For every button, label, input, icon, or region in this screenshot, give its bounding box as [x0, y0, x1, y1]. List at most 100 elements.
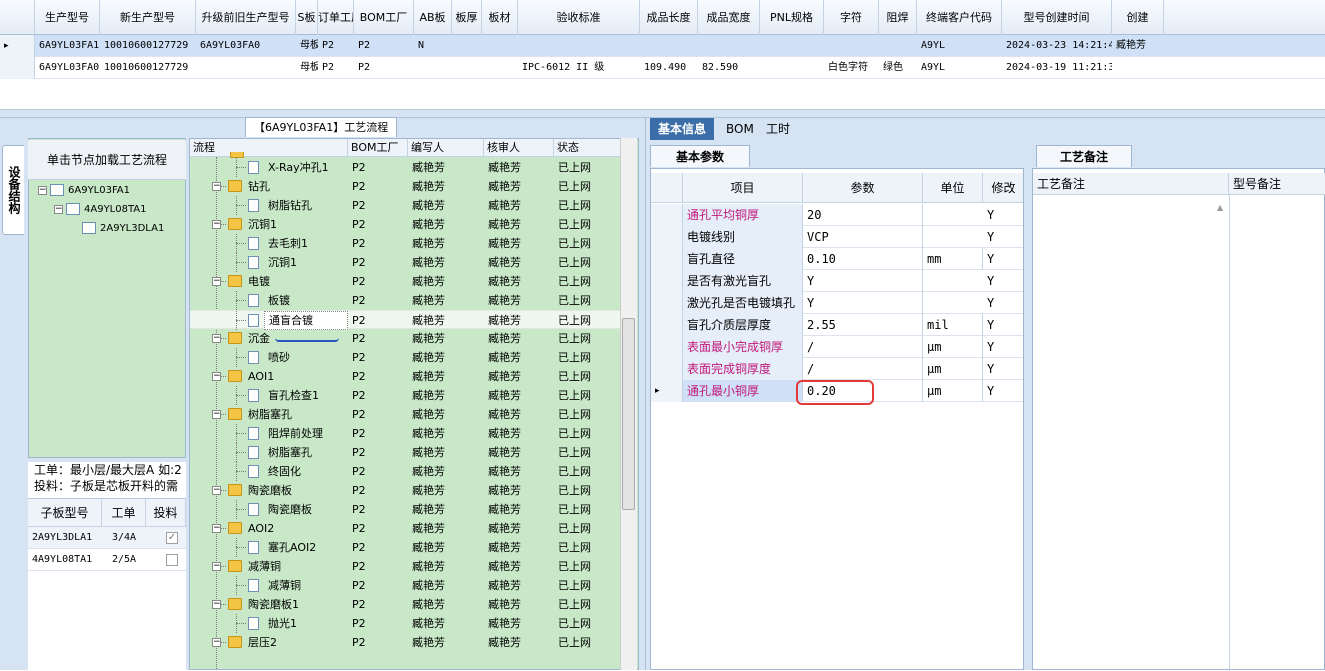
flow-scrollbar-thumb[interactable] [622, 318, 635, 510]
params-column-header[interactable]: 参数 [803, 173, 923, 203]
flow-step-row[interactable]: − 层压2 P2 臧艳芳 臧艳芳 已上网 [190, 633, 622, 652]
params-column-header[interactable]: 单位 [923, 173, 983, 203]
flow-step-row[interactable]: 减薄铜 P2 臧艳芳 臧艳芳 已上网 [190, 576, 622, 595]
column-header[interactable]: 订单工厂 [318, 0, 354, 35]
param-value[interactable]: 0.10 [803, 248, 923, 270]
flow-step-row[interactable]: − AOI1 P2 臧艳芳 臧艳芳 已上网 [190, 367, 622, 386]
collapse-icon[interactable]: − [212, 372, 221, 381]
collapse-icon[interactable]: − [38, 185, 47, 195]
flow-step-row[interactable]: 树脂塞孔 P2 臧艳芳 臧艳芳 已上网 [190, 443, 622, 462]
flow-step-row[interactable]: 喷砂 P2 臧艳芳 臧艳芳 已上网 [190, 348, 622, 367]
flow-step-row[interactable]: − 树脂塞孔 P2 臧艳芳 臧艳芳 已上网 [190, 405, 622, 424]
param-row[interactable]: 盲孔介质层厚度 2.55 mil Y [651, 314, 1023, 336]
param-row[interactable]: 是否有激光盲孔 Y Y [651, 270, 1023, 292]
collapse-icon[interactable]: − [212, 524, 221, 533]
horizontal-splitter[interactable] [0, 110, 1325, 118]
collapse-icon[interactable]: − [212, 638, 221, 647]
collapse-icon[interactable]: − [212, 600, 221, 609]
column-header[interactable]: 生产型号 [35, 0, 100, 35]
column-header[interactable]: 板材 [482, 0, 518, 35]
param-row[interactable]: 盲孔直径 0.10 mm Y [651, 248, 1023, 270]
flow-step-row[interactable]: 盲孔检查1 P2 臧艳芳 臧艳芳 已上网 [190, 386, 622, 405]
params-column-header[interactable]: 修改 [983, 173, 1023, 203]
flow-step-row[interactable]: − AOI2 P2 臧艳芳 臧艳芳 已上网 [190, 519, 622, 538]
flow-step-row[interactable]: 陶瓷磨板 P2 臧艳芳 臧艳芳 已上网 [190, 500, 622, 519]
column-header[interactable]: 创建 [1112, 0, 1164, 35]
flow-step-row[interactable]: 阻焊前处理 P2 臧艳芳 臧艳芳 已上网 [190, 424, 622, 443]
flow-step-row[interactable]: 板镀 P2 臧艳芳 臧艳芳 已上网 [190, 291, 622, 310]
collapse-icon[interactable]: − [212, 410, 221, 419]
collapse-icon[interactable]: − [54, 204, 63, 214]
collapse-icon[interactable]: − [212, 220, 221, 229]
collapse-icon[interactable]: − [212, 334, 221, 343]
collapse-icon[interactable]: − [212, 486, 221, 495]
sub-grid-column-header[interactable]: 工单 [102, 499, 146, 527]
column-header[interactable]: S板 [296, 0, 318, 35]
flow-step-row[interactable]: − 减薄铜 P2 臧艳芳 臧艳芳 已上网 [190, 557, 622, 576]
tab-labor-time[interactable]: 工时 [758, 118, 798, 140]
sub-grid-row[interactable]: 2A9YL3DLA1 3/4A ✓ [28, 527, 186, 549]
flow-step-row[interactable]: − 陶瓷磨板1 P2 臧艳芳 臧艳芳 已上网 [190, 595, 622, 614]
feed-checkbox[interactable]: ✓ [166, 532, 178, 544]
column-header[interactable]: AB板 [414, 0, 452, 35]
column-header[interactable]: 成品长度 [640, 0, 698, 35]
feed-checkbox[interactable] [166, 554, 178, 566]
param-value[interactable]: VCP [803, 226, 923, 248]
collapse-icon[interactable]: − [212, 182, 221, 191]
flow-step-row[interactable]: − 沉金 P2 臧艳芳 臧艳芳 已上网 [190, 329, 622, 348]
flow-step-row[interactable]: 去毛刺1 P2 臧艳芳 臧艳芳 已上网 [190, 234, 622, 253]
load-process-button[interactable]: 单击节点加载工艺流程 [28, 140, 186, 180]
column-header[interactable]: BOM工厂 [354, 0, 414, 35]
flow-step-row[interactable]: − 陶瓷磨板 P2 臧艳芳 臧艳芳 已上网 [190, 481, 622, 500]
param-value[interactable]: 2.55 [803, 314, 923, 336]
params-column-header[interactable]: 项目 [683, 173, 803, 203]
column-header[interactable]: 升级前旧生产型号 [196, 0, 296, 35]
tab-basic-info[interactable]: 基本信息 [650, 118, 715, 140]
column-header[interactable]: 型号创建时间 [1002, 0, 1112, 35]
flow-step-row[interactable]: 抛光1 P2 臧艳芳 臧艳芳 已上网 [190, 614, 622, 633]
param-row[interactable]: 激光孔是否电镀填孔 Y Y [651, 292, 1023, 314]
flow-step-row[interactable]: − 电镀 P2 臧艳芳 臧艳芳 已上网 [190, 272, 622, 291]
scroll-up-icon[interactable]: ▲ [1217, 203, 1223, 212]
column-header[interactable]: 终端客户代码 [917, 0, 1002, 35]
tree-node[interactable]: − 6A9YL03FA1 [38, 182, 130, 200]
flow-step-row[interactable]: 沉铜1 P2 臧艳芳 臧艳芳 已上网 [190, 253, 622, 272]
model-row[interactable]: ▸ 6A9YL03FA1 10010600127729 6A9YL03FA0 母板 P2 P… [0, 35, 1325, 57]
tab-process-notes[interactable]: 工艺备注 [1036, 145, 1132, 167]
param-row[interactable]: 电镀线别 VCP Y [651, 226, 1023, 248]
tree-node[interactable]: 2A9YL3DLA1 [70, 220, 164, 238]
collapse-icon[interactable]: − [212, 562, 221, 571]
tab-bom[interactable]: BOM [718, 118, 762, 140]
column-header[interactable]: 验收标准 [518, 0, 640, 35]
flow-step-row[interactable]: − 钻孔 P2 臧艳芳 臧艳芳 已上网 [190, 177, 622, 196]
tab-device-structure[interactable]: 设备结构 [2, 145, 24, 235]
flow-step-row[interactable]: − 沉铜1 P2 臧艳芳 臧艳芳 已上网 [190, 215, 622, 234]
flow-step-row[interactable]: 终固化 P2 臧艳芳 臧艳芳 已上网 [190, 462, 622, 481]
param-row[interactable]: 表面最小完成铜厚 / μm Y [651, 336, 1023, 358]
sub-grid-row[interactable]: 4A9YL08TA1 2/5A [28, 549, 186, 571]
column-header[interactable]: 成品宽度 [698, 0, 760, 35]
param-value[interactable]: / [803, 358, 923, 380]
param-value[interactable]: / [803, 336, 923, 358]
flow-step-row[interactable]: X-Ray冲孔1 P2 臧艳芳 臧艳芳 已上网 [190, 158, 622, 177]
flow-step-row[interactable]: 树脂钻孔 P2 臧艳芳 臧艳芳 已上网 [190, 196, 622, 215]
notes-column-header[interactable]: 工艺备注 [1033, 173, 1229, 195]
notes-column-header[interactable]: 型号备注 [1229, 173, 1325, 195]
tree-node[interactable]: − 4A9YL08TA1 [54, 201, 147, 219]
vertical-splitter[interactable] [1025, 168, 1030, 670]
param-value[interactable]: 20 [803, 204, 923, 226]
model-row[interactable]: 6A9YL03FA0 10010600127729 母板 P2 P2 IPC-6012 I… [0, 57, 1325, 79]
column-header[interactable]: 板厚 [452, 0, 482, 35]
param-value[interactable]: Y [803, 292, 923, 314]
param-row[interactable]: 表面完成铜厚度 / μm Y [651, 358, 1023, 380]
sub-grid-column-header[interactable]: 子板型号 [28, 499, 102, 527]
column-header[interactable]: 阻焊 [879, 0, 917, 35]
collapse-icon[interactable]: − [212, 277, 221, 286]
sub-grid-column-header[interactable]: 投料 [146, 499, 186, 527]
flow-step-row[interactable]: 塞孔AOI2 P2 臧艳芳 臧艳芳 已上网 [190, 538, 622, 557]
column-header[interactable]: 字符 [824, 0, 879, 35]
flow-step-row[interactable]: 通盲合镀 P2 臧艳芳 臧艳芳 已上网 [190, 310, 622, 330]
column-header[interactable]: 新生产型号 [100, 0, 196, 35]
param-value[interactable]: Y [803, 270, 923, 292]
column-header[interactable]: PNL规格 [760, 0, 824, 35]
